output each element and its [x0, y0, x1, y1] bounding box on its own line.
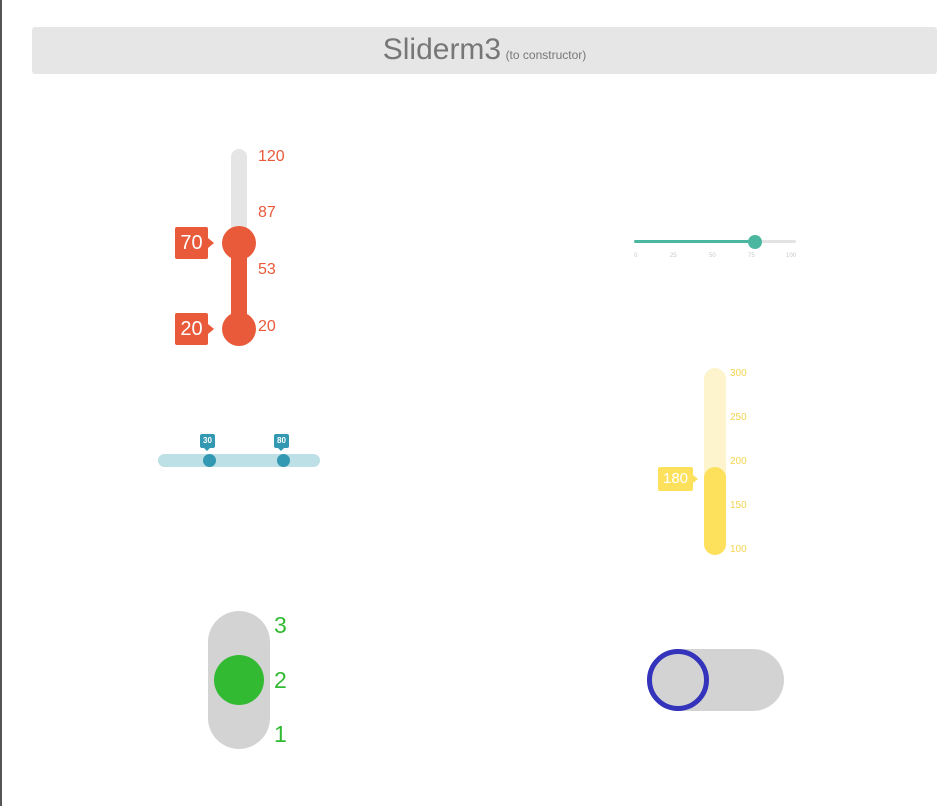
- scale-label[interactable]: 120: [258, 148, 285, 166]
- slider-track[interactable]: [158, 454, 320, 467]
- scale-label[interactable]: 0: [634, 253, 637, 259]
- scale-label[interactable]: 300: [730, 368, 747, 379]
- scale-label[interactable]: 87: [258, 204, 276, 222]
- page-subtitle: (to constructor): [505, 48, 587, 62]
- page-title: Sliderm3: [382, 33, 502, 66]
- scale-label[interactable]: 50: [709, 253, 716, 259]
- slider-handle[interactable]: [214, 655, 264, 705]
- slider-tooltip-from: 30: [200, 434, 215, 451]
- slider-handle-from[interactable]: [203, 454, 216, 467]
- scale-label[interactable]: 75: [748, 253, 755, 259]
- slider-handle-lower[interactable]: [222, 312, 256, 346]
- scale-label[interactable]: 20: [258, 318, 276, 336]
- slider-fill: [704, 467, 726, 555]
- slider-handle-upper[interactable]: [222, 226, 256, 260]
- scale-label[interactable]: 1: [274, 721, 287, 748]
- scale-label[interactable]: 250: [730, 412, 747, 423]
- slider-tooltip-to: 80: [274, 434, 289, 451]
- scale-label[interactable]: 53: [258, 261, 276, 279]
- scale-label[interactable]: 100: [730, 544, 747, 555]
- scale-label[interactable]: 25: [670, 253, 677, 259]
- toggle-knob[interactable]: [647, 649, 709, 711]
- slider-handle[interactable]: [748, 235, 762, 249]
- slider-handle-to[interactable]: [277, 454, 290, 467]
- slider-tooltip[interactable]: 180: [658, 467, 698, 491]
- slider-tooltip-lower: 20: [175, 313, 214, 345]
- scale-label[interactable]: 200: [730, 456, 747, 467]
- scale-label[interactable]: 100: [786, 253, 796, 259]
- slider-tooltip-upper: 70: [175, 227, 214, 259]
- scale-label[interactable]: 3: [274, 612, 287, 639]
- scale-label[interactable]: 2: [274, 667, 287, 694]
- window-edge: [0, 0, 2, 806]
- page-header: Sliderm3 (to constructor): [32, 27, 937, 74]
- scale-label[interactable]: 150: [730, 500, 747, 511]
- slider-fill: [634, 240, 755, 243]
